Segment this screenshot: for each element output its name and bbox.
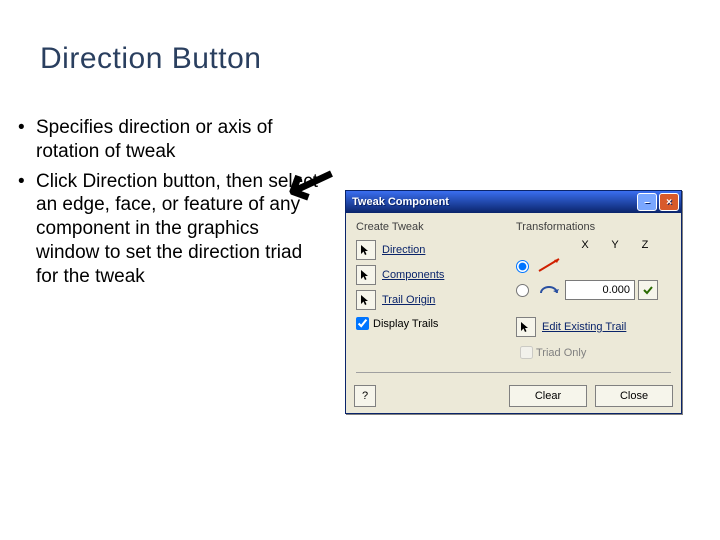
cursor-icon: [360, 269, 372, 281]
cursor-icon: [360, 294, 372, 306]
clear-button[interactable]: Clear: [509, 385, 587, 407]
apply-value-button[interactable]: [638, 280, 658, 300]
cursor-icon: [360, 244, 372, 256]
check-icon: [643, 285, 653, 295]
axis-x-header: X: [570, 239, 600, 251]
group-create-tweak-label: Create Tweak: [356, 221, 506, 233]
move-arrow-icon: [535, 255, 565, 277]
close-button[interactable]: Close: [595, 385, 673, 407]
cursor-icon: [520, 321, 532, 333]
linear-radio[interactable]: [516, 260, 529, 273]
dialog-titlebar[interactable]: Tweak Component – ×: [346, 191, 681, 213]
axis-y-header: Y: [600, 239, 630, 251]
edit-existing-trail-link[interactable]: Edit Existing Trail: [542, 321, 626, 333]
trail-origin-link[interactable]: Trail Origin: [382, 294, 435, 306]
minimize-button[interactable]: –: [637, 193, 657, 211]
components-pick-button[interactable]: [356, 265, 376, 285]
triad-only-checkbox: [520, 346, 533, 359]
rotate-arrow-icon: [535, 279, 565, 301]
axis-z-header: Z: [630, 239, 660, 251]
slide-title: Direction Button: [40, 42, 261, 76]
display-trails-label: Display Trails: [373, 318, 438, 330]
close-window-button[interactable]: ×: [659, 193, 679, 211]
direction-pick-button[interactable]: [356, 240, 376, 260]
help-button[interactable]: ?: [354, 385, 376, 407]
edit-trail-pick-button[interactable]: [516, 317, 536, 337]
value-input[interactable]: [565, 280, 635, 300]
trail-origin-pick-button[interactable]: [356, 290, 376, 310]
components-link[interactable]: Components: [382, 269, 444, 281]
display-trails-checkbox[interactable]: [356, 317, 369, 330]
bullet-1: Specifies direction or axis of rotation …: [36, 116, 318, 164]
rotate-radio[interactable]: [516, 284, 529, 297]
tweak-component-dialog: Tweak Component – × Create Tweak Directi…: [345, 190, 682, 414]
triad-only-label: Triad Only: [536, 347, 586, 359]
direction-link[interactable]: Direction: [382, 244, 425, 256]
group-transformations-label: Transformations: [516, 221, 671, 233]
bullet-list: •Specifies direction or axis of rotation…: [18, 116, 318, 294]
bullet-2: Click Direction button, then select an e…: [36, 170, 318, 289]
dialog-title: Tweak Component: [352, 196, 635, 208]
